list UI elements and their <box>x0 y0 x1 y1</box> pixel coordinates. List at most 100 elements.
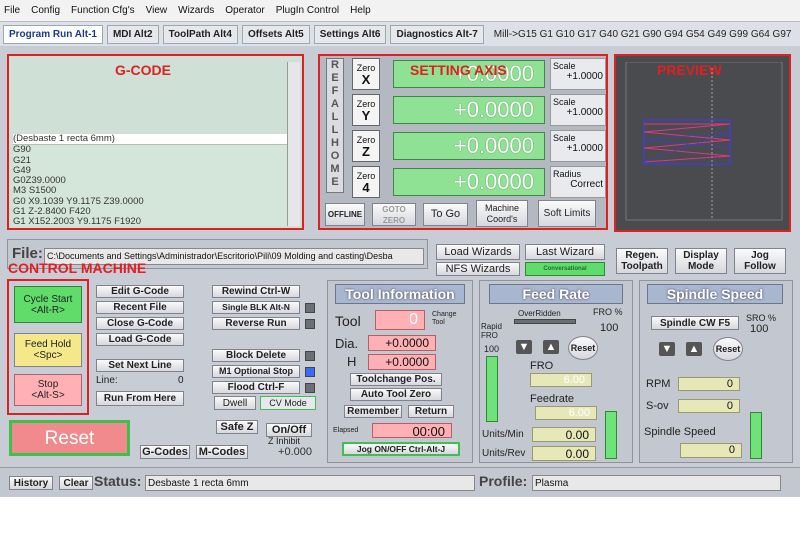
toolchange-pos-button[interactable]: Toolchange Pos. <box>350 373 442 386</box>
menu-item-config[interactable]: Config <box>31 5 60 16</box>
scale-value: Correct <box>570 179 603 190</box>
return-button[interactable]: Return <box>408 405 454 418</box>
tab-4[interactable]: Settings Alt6 <box>313 24 387 44</box>
tool-info-title: Tool Information <box>335 284 465 304</box>
tab-5[interactable]: Diagnostics Alt-7 <box>390 24 484 44</box>
tab-0[interactable]: Program Run Alt-1 <box>3 24 103 44</box>
zero-z-button[interactable]: Zero Z <box>352 130 380 162</box>
spindle-speed-slider[interactable] <box>750 412 762 459</box>
regen-toolpath-button[interactable]: Regen. Toolpath <box>616 248 668 274</box>
conversational-button[interactable]: Conversational <box>525 262 605 276</box>
recent-file-button[interactable]: Recent File <box>96 301 184 314</box>
scale-value: +1.0000 <box>566 71 603 82</box>
rpm-value: 0 <box>678 377 740 391</box>
safe-z-button[interactable]: Safe Z <box>216 420 258 434</box>
elapsed-time: 00:00 <box>372 423 452 439</box>
scale-4[interactable]: Radius Correct <box>550 166 606 198</box>
mcodes-button[interactable]: M-Codes <box>196 445 248 459</box>
menu-item-help[interactable]: Help <box>350 5 371 16</box>
last-wizard-button[interactable]: Last Wizard <box>525 244 605 260</box>
spindle-reset-button[interactable]: Reset <box>713 337 743 361</box>
rewind-button[interactable]: Rewind Ctrl-W <box>212 285 300 298</box>
dro-y[interactable]: +0.0000 <box>393 96 545 124</box>
rapid-fro-value: 100 <box>484 344 500 354</box>
set-next-line-button[interactable]: Set Next Line <box>96 359 184 372</box>
jog-follow-button[interactable]: Jog Follow <box>734 248 786 274</box>
menu-item-wizards[interactable]: Wizards <box>178 5 214 16</box>
feed-reset-button[interactable]: Reset <box>568 336 598 360</box>
to-go-button[interactable]: To Go <box>423 203 468 226</box>
feed-up-icon[interactable]: ▲ <box>543 340 559 354</box>
edit-gcode-button[interactable]: Edit G-Code <box>96 285 184 298</box>
scale-y[interactable]: Scale +1.0000 <box>550 94 606 126</box>
machine-coords-button[interactable]: Machine Coord's <box>476 200 528 227</box>
remember-button[interactable]: Remember <box>344 405 402 418</box>
z-inhibit-onoff-button[interactable]: On/Off <box>266 423 312 437</box>
toolpath-preview[interactable] <box>620 62 786 227</box>
offline-button[interactable]: OFFLINE <box>325 203 365 226</box>
menu-item-operator[interactable]: Operator <box>225 5 264 16</box>
zero-x-button[interactable]: Zero X <box>352 58 380 90</box>
nfs-wizards-button[interactable]: NFS Wizards <box>436 262 520 276</box>
jog-onoff-button[interactable]: Jog ON/OFF Ctrl-Alt-J <box>342 442 460 456</box>
cycle-start-button[interactable]: Cycle Start <Alt-R> <box>14 286 82 323</box>
rapid-fro-slider[interactable] <box>486 356 498 422</box>
cv-mode-toggle[interactable]: CV Mode <box>260 396 316 410</box>
block-delete-button[interactable]: Block Delete <box>212 349 300 362</box>
load-wizards-button[interactable]: Load Wizards <box>436 244 520 260</box>
clear-button[interactable]: Clear <box>59 476 93 490</box>
dwell-toggle[interactable]: Dwell <box>214 396 256 410</box>
spindle-up-icon[interactable]: ▲ <box>686 342 702 356</box>
tab-1[interactable]: MDI Alt2 <box>106 24 159 44</box>
rpm-label: RPM <box>646 378 671 390</box>
auto-tool-zero-button[interactable]: Auto Tool Zero <box>350 388 442 401</box>
feed-down-icon[interactable]: ▼ <box>516 340 532 354</box>
close-gcode-button[interactable]: Close G-Code <box>96 317 184 330</box>
display-mode-button[interactable]: Display Mode <box>675 248 727 274</box>
spindle-down-icon[interactable]: ▼ <box>659 342 675 356</box>
menu-item-file[interactable]: File <box>4 5 20 16</box>
spindle-title: Spindle Speed <box>647 284 783 304</box>
menu-item-function-cfg-s[interactable]: Function Cfg's <box>71 5 135 16</box>
height-value[interactable]: +0.0000 <box>368 354 436 370</box>
tab-3[interactable]: Offsets Alt5 <box>241 24 310 44</box>
gcode-line: G1 X152.2003 Y9.1175 F1920 <box>13 216 142 226</box>
goto-zero-button[interactable]: GOTO ZERO <box>372 203 416 226</box>
dro-4[interactable]: +0.0000 <box>393 168 545 196</box>
load-gcode-button[interactable]: Load G-Code <box>96 333 184 346</box>
reverse-run-button[interactable]: Reverse Run <box>212 317 300 330</box>
gcodes-button[interactable]: G-Codes <box>140 445 190 459</box>
feed-hold-button[interactable]: Feed Hold <Spc> <box>14 333 82 367</box>
scale-x[interactable]: Scale +1.0000 <box>550 58 606 90</box>
gcode-scrollbar[interactable] <box>287 62 300 226</box>
tool-number[interactable]: 0 <box>375 310 425 330</box>
stop-button[interactable]: Stop <Alt-S> <box>14 374 82 406</box>
dro-z[interactable]: +0.0000 <box>393 132 545 160</box>
spindle-speed-value: 0 <box>680 443 742 458</box>
menu-item-view[interactable]: View <box>146 5 168 16</box>
ref-home-letter: O <box>330 150 340 162</box>
menu-item-plugin-control[interactable]: PlugIn Control <box>276 5 339 16</box>
active-gcodes: Mill->G15 G1 G10 G17 G40 G21 G90 G94 G54… <box>493 28 792 40</box>
feedrate-slider[interactable] <box>605 411 617 459</box>
ref-all-home-button[interactable]: REFALLHOME <box>326 58 344 193</box>
run-from-here-button[interactable]: Run From Here <box>96 391 184 406</box>
diameter-value[interactable]: +0.0000 <box>368 335 436 351</box>
history-button[interactable]: History <box>9 476 53 490</box>
scale-label: Scale <box>553 133 576 143</box>
zero-y-button[interactable]: Zero Y <box>352 94 380 126</box>
gcode-listing[interactable]: (Desbaste 1 recta 6mm) G90 G21 G49 G0Z39.000… <box>13 134 287 226</box>
soft-limits-button[interactable]: Soft Limits <box>538 200 596 227</box>
tab-2[interactable]: ToolPath Alt4 <box>162 24 238 44</box>
fro-value: 6.00 <box>530 373 592 387</box>
spindle-cw-button[interactable]: Spindle CW F5 <box>651 316 739 330</box>
flood-button[interactable]: Flood Ctrl-F <box>212 381 300 394</box>
reset-button[interactable]: Reset <box>9 420 130 456</box>
scale-z[interactable]: Scale +1.0000 <box>550 130 606 162</box>
feed-rate-title: Feed Rate <box>489 284 623 304</box>
zero-4-button[interactable]: Zero 4 <box>352 166 380 198</box>
single-block-button[interactable]: Single BLK Alt-N <box>212 301 300 314</box>
ref-home-letter: A <box>331 98 339 110</box>
feedrate-value: 6.00 <box>535 406 597 420</box>
m1-optional-stop-button[interactable]: M1 Optional Stop <box>212 365 300 378</box>
